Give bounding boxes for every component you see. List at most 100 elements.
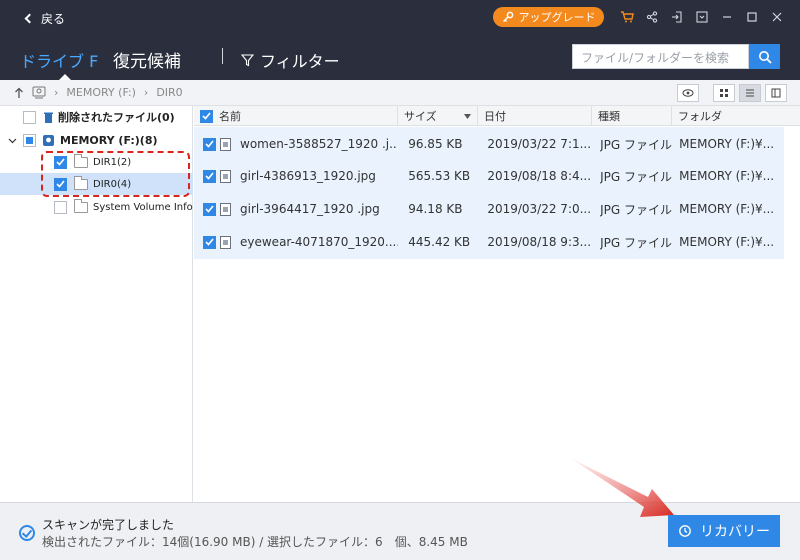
search-input[interactable]: ファイル/フォルダーを検索 — [572, 44, 749, 69]
tree-item-folder[interactable]: System Volume Informat — [0, 196, 193, 218]
search-icon — [758, 50, 772, 64]
tree-checkbox[interactable] — [23, 133, 36, 147]
top-bar: 戻る アップグレード ドライブ F 復元候補 フィルター ファイル/フォルダーを… — [0, 0, 800, 80]
row-checkbox[interactable] — [203, 202, 216, 216]
share-icon[interactable] — [639, 7, 664, 27]
back-button[interactable]: 戻る — [22, 8, 65, 28]
history-icon — [679, 525, 691, 537]
file-date: 2019/03/22 7:0... — [487, 202, 592, 216]
table-row[interactable]: women-3588527_1920 .j... 96.85 KB 2019/0… — [194, 127, 784, 161]
column-label: 日付 — [484, 110, 506, 123]
row-checkbox[interactable] — [203, 137, 216, 151]
tree-checkbox[interactable] — [23, 110, 36, 124]
minimize-icon[interactable] — [714, 7, 739, 27]
row-checkbox[interactable] — [203, 169, 216, 183]
file-size: 445.42 KB — [408, 235, 471, 249]
scan-status-detail: 検出されたファイル：14個(16.90 MB) / 選択したファイル：6 個、8… — [42, 535, 468, 549]
column-date[interactable]: 日付 — [478, 106, 592, 126]
dropdown-icon[interactable] — [689, 7, 714, 27]
cart-icon[interactable] — [614, 7, 639, 27]
file-folder: MEMORY (F:)¥... — [679, 202, 775, 216]
breadcrumb: › MEMORY (F:) › DIR0 — [14, 86, 183, 99]
tab-divider — [222, 48, 223, 64]
sort-down-icon — [464, 113, 471, 119]
trash-icon — [44, 112, 53, 123]
chevron-left-icon — [24, 13, 35, 23]
folder-icon — [74, 198, 88, 213]
key-icon — [502, 11, 513, 23]
file-list: women-3588527_1920 .j... 96.85 KB 2019/0… — [194, 126, 800, 502]
file-folder: MEMORY (F:)¥... — [679, 235, 775, 249]
image-file-icon — [220, 235, 231, 249]
tree-item-drive[interactable]: MEMORY (F:)(8) — [0, 129, 193, 151]
file-name: girl-4386913_1920.jpg — [240, 169, 376, 183]
eye-icon — [682, 89, 694, 97]
up-arrow-icon[interactable] — [14, 87, 24, 99]
detail-view-button[interactable] — [765, 84, 787, 102]
breadcrumb-item-folder[interactable]: DIR0 — [156, 86, 182, 99]
filter-button[interactable]: フィルター — [241, 48, 340, 72]
view-toggle-group — [677, 84, 787, 102]
image-file-icon — [220, 137, 231, 151]
grid-view-button[interactable] — [713, 84, 735, 102]
file-name: girl-3964417_1920 .jpg — [240, 202, 380, 216]
close-icon[interactable] — [764, 7, 789, 27]
breadcrumb-bar: › MEMORY (F:) › DIR0 — [0, 80, 800, 106]
preview-button[interactable] — [677, 84, 699, 102]
tab-recovery-candidates[interactable]: 復元候補 — [113, 47, 181, 72]
column-size[interactable]: サイズ — [398, 106, 478, 126]
search-button[interactable] — [749, 44, 780, 69]
select-all-checkbox[interactable] — [200, 109, 213, 123]
tree-checkbox[interactable] — [54, 200, 67, 214]
drive-icon — [43, 134, 54, 146]
panel-icon — [771, 88, 781, 98]
drive-icon — [32, 86, 46, 99]
table-header: 名前 サイズ 日付 種類 フォルダ — [194, 106, 800, 126]
file-date: 2019/03/22 7:1... — [487, 137, 592, 151]
window-controls — [614, 7, 789, 27]
column-folder[interactable]: フォルダ — [672, 106, 800, 126]
check-circle-icon — [19, 525, 35, 541]
vertical-scrollbar[interactable] — [790, 126, 800, 502]
signin-icon[interactable] — [664, 7, 689, 27]
breadcrumb-item-drive[interactable]: MEMORY (F:) — [66, 86, 136, 99]
back-label: 戻る — [41, 11, 66, 26]
file-type: JPG ファイル — [600, 202, 672, 217]
image-file-icon — [220, 202, 231, 216]
row-checkbox[interactable] — [203, 235, 216, 249]
column-type[interactable]: 種類 — [592, 106, 672, 126]
upgrade-label: アップグレード — [518, 11, 596, 24]
file-size: 565.53 KB — [408, 169, 471, 183]
tree-label-drive: MEMORY (F:)(8) — [60, 133, 158, 147]
table-row[interactable]: girl-3964417_1920 .jpg 94.18 KB 2019/03/… — [194, 192, 784, 226]
column-label: 名前 — [219, 110, 241, 123]
maximize-icon[interactable] — [739, 7, 764, 27]
column-label: 種類 — [598, 110, 620, 123]
tree-label-deleted: 削除されたファイル(0) — [58, 111, 175, 124]
table-row[interactable]: eyewear-4071870_1920.... 445.42 KB 2019/… — [194, 225, 784, 259]
tree-label-folder: System Volume Informat — [93, 201, 193, 213]
file-size: 94.18 KB — [408, 202, 463, 216]
file-type: JPG ファイル — [600, 169, 672, 184]
breadcrumb-sep: › — [54, 86, 59, 99]
image-file-icon — [220, 169, 231, 183]
tree-item-deleted[interactable]: 削除されたファイル(0) — [0, 106, 193, 128]
annotation-highlight — [41, 151, 190, 197]
file-name: women-3588527_1920 .j... — [240, 137, 399, 151]
file-size: 96.85 KB — [408, 137, 463, 151]
grid-icon — [720, 89, 728, 97]
list-icon — [746, 89, 754, 97]
filter-icon — [241, 53, 254, 66]
list-view-button[interactable] — [739, 84, 761, 102]
file-date: 2019/08/18 8:4... — [487, 169, 592, 183]
breadcrumb-sep: › — [143, 86, 149, 99]
table-row[interactable]: girl-4386913_1920.jpg 565.53 KB 2019/08/… — [194, 159, 784, 193]
recover-button[interactable]: リカバリー — [668, 515, 780, 547]
scan-status-title: スキャンが完了しました — [42, 518, 175, 532]
chevron-down-icon[interactable] — [8, 136, 17, 145]
column-label: フォルダ — [678, 110, 722, 123]
file-name: eyewear-4071870_1920.... — [240, 235, 399, 249]
column-name[interactable]: 名前 — [194, 106, 398, 126]
tab-drive[interactable]: ドライブ F — [20, 48, 98, 72]
upgrade-button[interactable]: アップグレード — [493, 7, 604, 27]
